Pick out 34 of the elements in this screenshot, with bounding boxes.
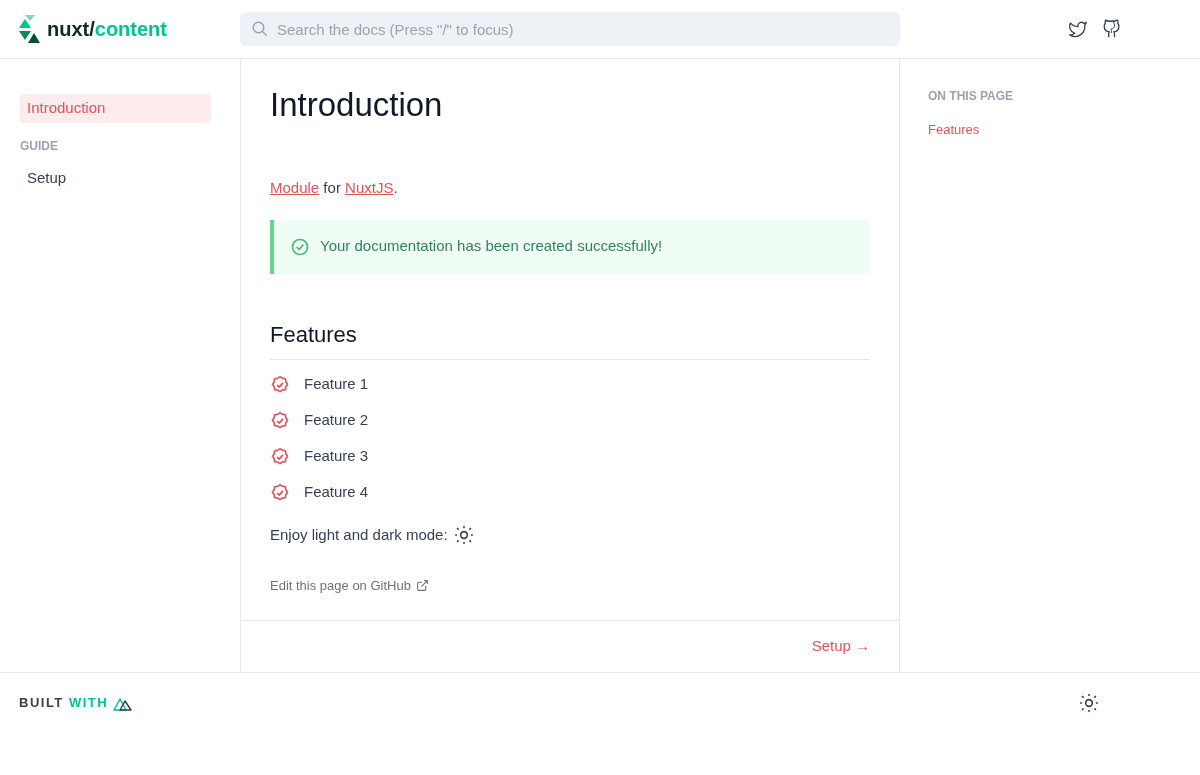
badge-check-icon: [270, 446, 290, 467]
search-icon: [251, 20, 269, 38]
feature-text: Feature 3: [304, 446, 369, 467]
check-circle-icon: [290, 236, 310, 257]
search-field[interactable]: Search the docs (Press "/" to focus): [240, 12, 900, 46]
toc-link[interactable]: Features: [928, 120, 1200, 140]
sidebar-group-heading: GUIDE: [20, 138, 59, 155]
badge-check-icon: [270, 410, 290, 431]
badge-check-icon: [270, 482, 290, 503]
sun-icon: [1079, 693, 1099, 713]
page-title: Introduction: [270, 85, 444, 125]
alert-text: Your documentation has been created successfully!: [320, 236, 663, 257]
mode-text: Enjoy light and dark mode:: [270, 524, 448, 545]
text-link[interactable]: Module: [270, 179, 320, 196]
next-page-link[interactable]: Setup →: [811, 635, 870, 658]
mountain-logo-icon: [113, 695, 134, 711]
built-with-text: BUILT WITH: [19, 694, 109, 713]
feature-text: Feature 4: [304, 482, 369, 503]
bird-icon[interactable]: [1068, 19, 1088, 39]
github-icon[interactable]: [1102, 19, 1122, 39]
logo-icon: [19, 15, 41, 43]
feature-text: Feature 1: [304, 374, 369, 395]
section-heading: Features: [270, 317, 870, 360]
sun-icon: [453, 524, 474, 545]
toc-heading: ON THIS PAGE: [928, 88, 1015, 105]
logo-text[interactable]: nuxt/content: [47, 14, 167, 44]
sidebar-item[interactable]: Introduction: [20, 94, 211, 123]
external-link-icon: [415, 579, 429, 593]
edit-link[interactable]: Edit this page on GitHub: [270, 576, 429, 596]
feature-text: Feature 2: [304, 410, 369, 431]
intro-text: Module for NuxtJS.: [270, 178, 399, 198]
badge-check-icon: [270, 374, 290, 395]
text-link[interactable]: NuxtJS: [345, 179, 394, 196]
sidebar-item[interactable]: Setup: [20, 164, 211, 193]
